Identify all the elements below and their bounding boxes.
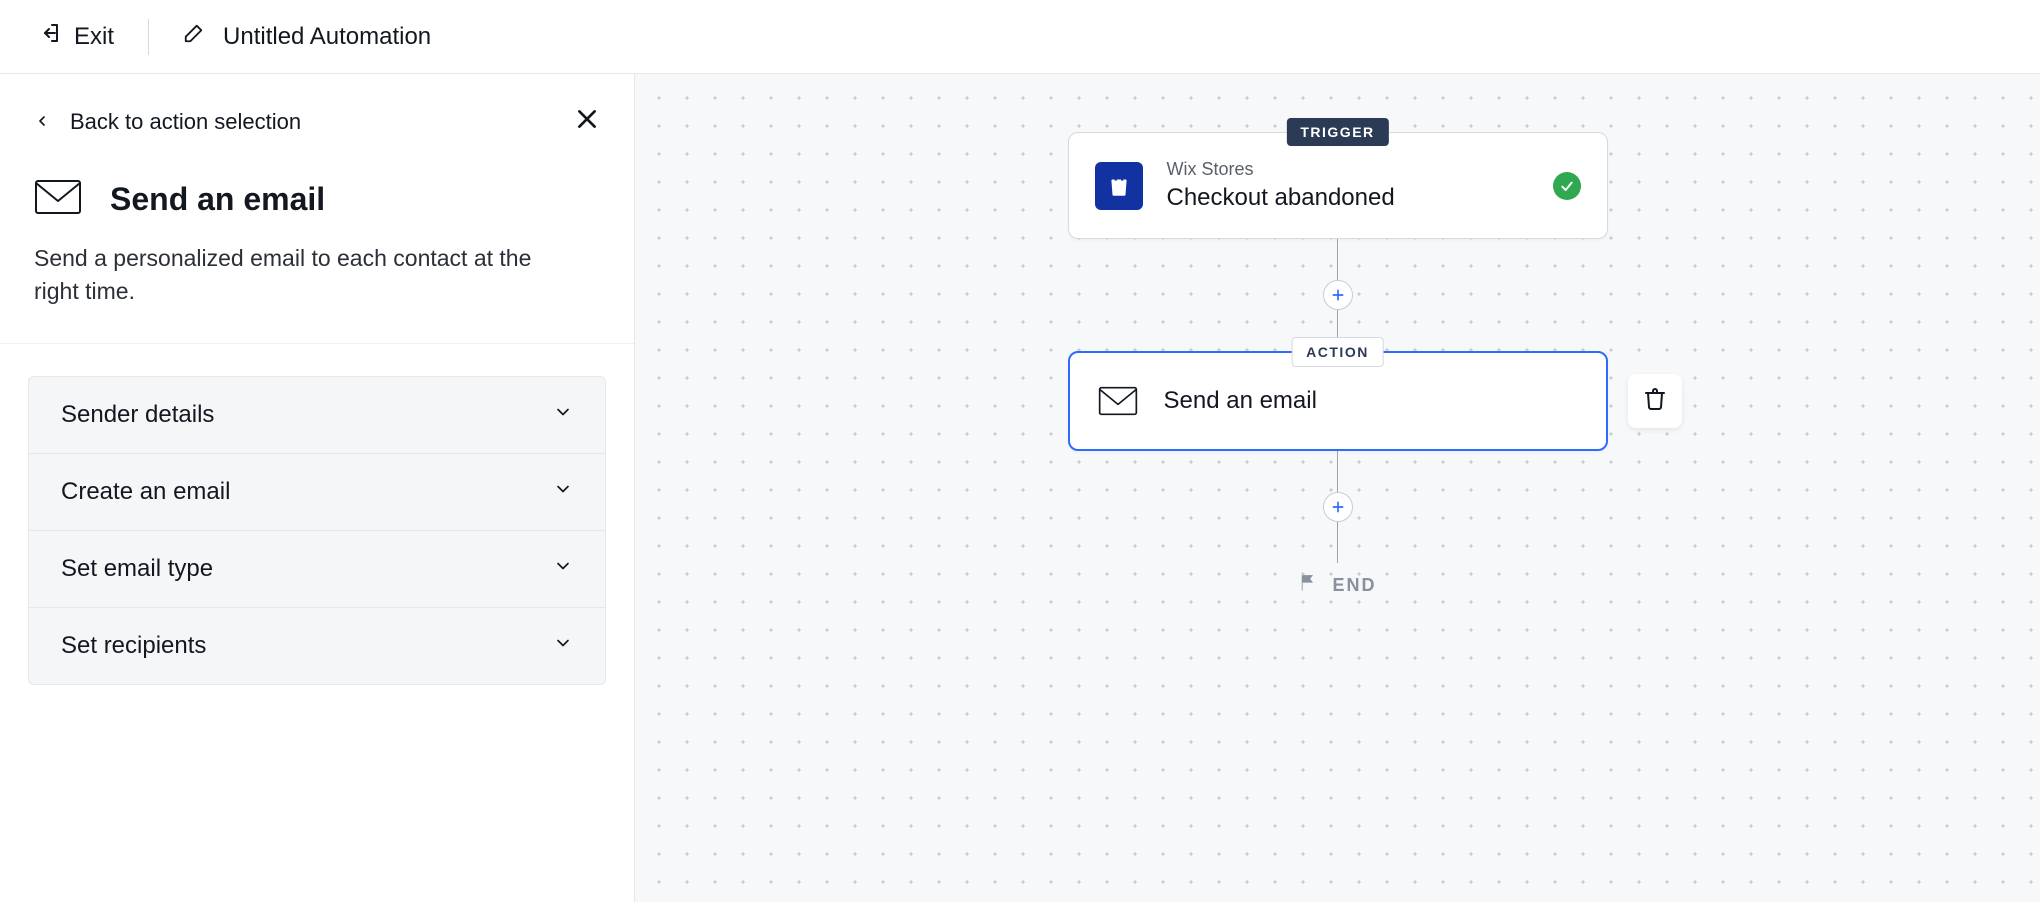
panel-description: Send a personalized email to each contac… bbox=[34, 242, 554, 309]
chevron-down-icon bbox=[553, 632, 573, 660]
flow-canvas[interactable]: TRIGGER Wix Stores Checkout abandoned bbox=[635, 74, 2040, 902]
chevron-down-icon bbox=[553, 555, 573, 583]
accordion-sender-details[interactable]: Sender details bbox=[29, 377, 605, 454]
accordion-create-email[interactable]: Create an email bbox=[29, 454, 605, 531]
trigger-node[interactable]: Wix Stores Checkout abandoned bbox=[1068, 132, 1608, 239]
action-node-wrap: ACTION Send an email bbox=[1068, 351, 1608, 451]
panel-title: Send an email bbox=[110, 181, 325, 218]
delete-node-button[interactable] bbox=[1628, 374, 1682, 428]
action-badge: ACTION bbox=[1291, 337, 1384, 367]
end-label: END bbox=[1332, 575, 1376, 596]
action-title: Send an email bbox=[1164, 387, 1580, 415]
close-icon bbox=[574, 119, 600, 136]
trigger-badge: TRIGGER bbox=[1286, 118, 1388, 146]
automation-title: Untitled Automation bbox=[223, 23, 431, 51]
wix-stores-icon bbox=[1095, 162, 1143, 210]
pencil-icon bbox=[183, 22, 205, 51]
top-bar: Exit Untitled Automation bbox=[0, 0, 2040, 74]
flow-end: END bbox=[1298, 573, 1376, 598]
accordion-label: Set email type bbox=[61, 555, 213, 583]
accordion-set-email-type[interactable]: Set email type bbox=[29, 531, 605, 608]
exit-button[interactable]: Exit bbox=[38, 21, 114, 52]
accordion-label: Set recipients bbox=[61, 632, 206, 660]
trigger-app-name: Wix Stores bbox=[1167, 159, 1529, 180]
accordion-label: Sender details bbox=[61, 401, 214, 429]
chevron-down-icon bbox=[553, 401, 573, 429]
accordion-set-recipients[interactable]: Set recipients bbox=[29, 608, 605, 684]
config-accordion: Sender details Create an email Set email… bbox=[28, 376, 606, 685]
automation-title-button[interactable]: Untitled Automation bbox=[183, 22, 431, 51]
action-config-panel: Back to action selection bbox=[0, 74, 635, 902]
chevron-left-icon bbox=[34, 109, 50, 135]
check-icon bbox=[1553, 172, 1581, 200]
email-icon bbox=[1096, 379, 1140, 423]
divider bbox=[148, 19, 149, 55]
email-icon bbox=[34, 179, 82, 220]
close-panel-button[interactable] bbox=[574, 106, 600, 137]
trigger-node-wrap: TRIGGER Wix Stores Checkout abandoned bbox=[1068, 132, 1608, 239]
add-step-button[interactable] bbox=[1323, 492, 1353, 522]
exit-icon bbox=[38, 21, 62, 52]
exit-label: Exit bbox=[74, 23, 114, 51]
accordion-label: Create an email bbox=[61, 478, 230, 506]
trash-icon bbox=[1643, 387, 1667, 416]
trigger-title: Checkout abandoned bbox=[1167, 184, 1529, 212]
back-link[interactable]: Back to action selection bbox=[34, 109, 301, 135]
flag-icon bbox=[1298, 573, 1318, 598]
add-step-button[interactable] bbox=[1323, 280, 1353, 310]
chevron-down-icon bbox=[553, 478, 573, 506]
back-label: Back to action selection bbox=[70, 109, 301, 135]
